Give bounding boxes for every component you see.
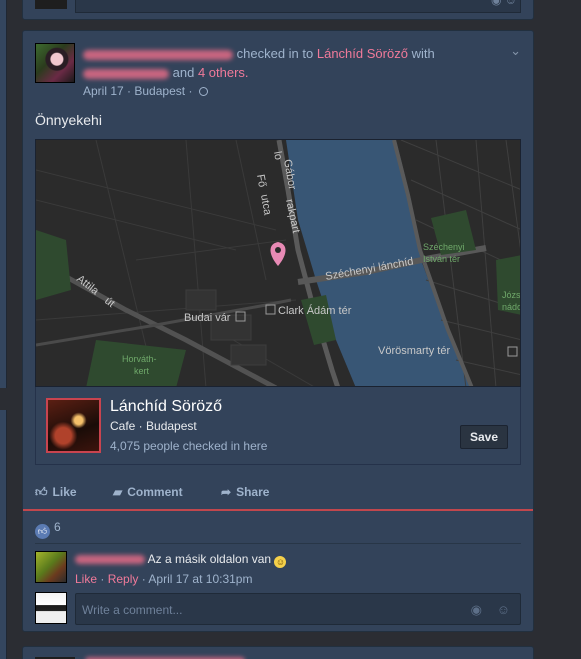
map-label-szechenyi-ter-1: Széchenyi <box>423 242 465 252</box>
map-label-horvath-1: Horváth- <box>122 354 157 364</box>
status-text: Önnyekehi <box>35 112 102 128</box>
map-label-vorosmarty: Vörösmarty tér <box>378 345 450 357</box>
thumbs-up-icon: 👍︎ <box>35 485 48 499</box>
comment-separator: · <box>100 572 105 586</box>
place-checkin-count: 4,075 people checked in here <box>110 439 268 453</box>
like-reaction-icon: 👍︎ <box>35 524 50 539</box>
checkin-post-card: ⌄ checked in to Lánchíd Söröző with and … <box>22 30 534 632</box>
map-label-jozsef-1: Józse <box>502 290 521 300</box>
with-text: with <box>411 46 435 61</box>
post-actions: 👍︎ Like ▰ Comment ➦ Share <box>23 479 533 509</box>
map-label-budai-var: Budai vár <box>184 312 231 324</box>
camera-icon[interactable]: ◉ <box>471 602 482 618</box>
reaction-summary[interactable]: 👍︎ 6 <box>35 520 61 539</box>
share-label: Share <box>236 485 270 499</box>
commenter-avatar[interactable] <box>35 551 67 583</box>
comment-composer[interactable]: ◉ ☺ <box>75 593 521 625</box>
checkin-text: checked in to <box>236 46 314 61</box>
like-label: Like <box>52 485 77 499</box>
smiley-emoji-icon: ☺ <box>274 556 287 568</box>
comment-text: Az a másik oldalon van <box>147 552 272 566</box>
like-button[interactable]: 👍︎ Like <box>35 485 77 500</box>
section-divider-red <box>23 509 533 511</box>
globe-icon[interactable] <box>198 87 208 96</box>
comment-label: Comment <box>127 485 183 499</box>
location-map[interactable]: lo Gábor Fő utca rakpart Széchenyi lánch… <box>35 139 521 387</box>
map-label-szechenyi-ter-2: István tér <box>423 254 460 264</box>
park-left <box>36 230 71 300</box>
previous-comment-avatar <box>35 0 67 9</box>
post-meta: April 17 · Budapest · <box>83 84 208 98</box>
comment-body: Az a másik oldalon van ☺ <box>75 552 287 568</box>
commenter-name-redacted[interactable] <box>75 555 145 565</box>
previous-comment-box[interactable] <box>75 0 521 13</box>
place-category: Cafe · Budapest <box>110 419 197 433</box>
comment-reply-link[interactable]: Reply <box>108 572 139 586</box>
post-date[interactable]: April 17 <box>83 84 124 98</box>
tagged-friend-redacted[interactable] <box>83 68 169 79</box>
comment-like-link[interactable]: Like <box>75 572 97 586</box>
meta-separator: · <box>188 84 193 98</box>
left-panel-top <box>0 0 7 388</box>
place-link[interactable]: Lánchíd Söröző <box>317 46 408 61</box>
comment-meta: Like · Reply · April 17 at 10:31pm <box>75 572 252 586</box>
previous-post-card: ◉ ☺ <box>22 0 534 20</box>
place-thumbnail[interactable] <box>46 398 101 453</box>
map-label-fo: Fő <box>254 173 268 188</box>
post-location[interactable]: Budapest <box>134 84 185 98</box>
and-text: and <box>172 65 195 80</box>
place-card[interactable]: Lánchíd Söröző Cafe · Budapest 4,075 peo… <box>35 387 521 465</box>
author-name-redacted[interactable] <box>83 49 233 60</box>
map-graphic: lo Gábor Fő utca rakpart Széchenyi lánch… <box>36 140 521 386</box>
author-avatar[interactable] <box>35 43 75 83</box>
map-label-jozsef-2: nádor <box>502 302 521 312</box>
others-link[interactable]: 4 others. <box>198 65 249 80</box>
comment-button[interactable]: ▰ Comment <box>113 485 183 499</box>
left-panel-bottom <box>0 410 7 659</box>
share-button[interactable]: ➦ Share <box>221 485 269 499</box>
next-post-card <box>22 646 534 659</box>
save-button[interactable]: Save <box>460 425 508 449</box>
previous-camera-icon[interactable]: ◉ ☺ <box>491 0 517 7</box>
speech-bubble-icon: ▰ <box>113 485 123 499</box>
reaction-count: 6 <box>54 520 61 534</box>
comment-timestamp[interactable]: April 17 at 10:31pm <box>148 572 252 586</box>
current-user-avatar <box>35 592 67 624</box>
likes-divider <box>35 543 521 544</box>
post-options-chevron-icon[interactable]: ⌄ <box>510 43 521 59</box>
map-label-clark: Clark Ádám tér <box>278 304 352 317</box>
comment-separator: · <box>141 572 146 586</box>
map-label-horvath-2: kert <box>134 366 150 376</box>
comment-input[interactable] <box>82 601 452 619</box>
share-arrow-icon: ➦ <box>221 485 232 499</box>
place-name[interactable]: Lánchíd Söröző <box>110 398 222 416</box>
post-header: checked in to Lánchíd Söröző with and 4 … <box>83 44 503 82</box>
emoji-icon[interactable]: ☺ <box>497 602 510 617</box>
